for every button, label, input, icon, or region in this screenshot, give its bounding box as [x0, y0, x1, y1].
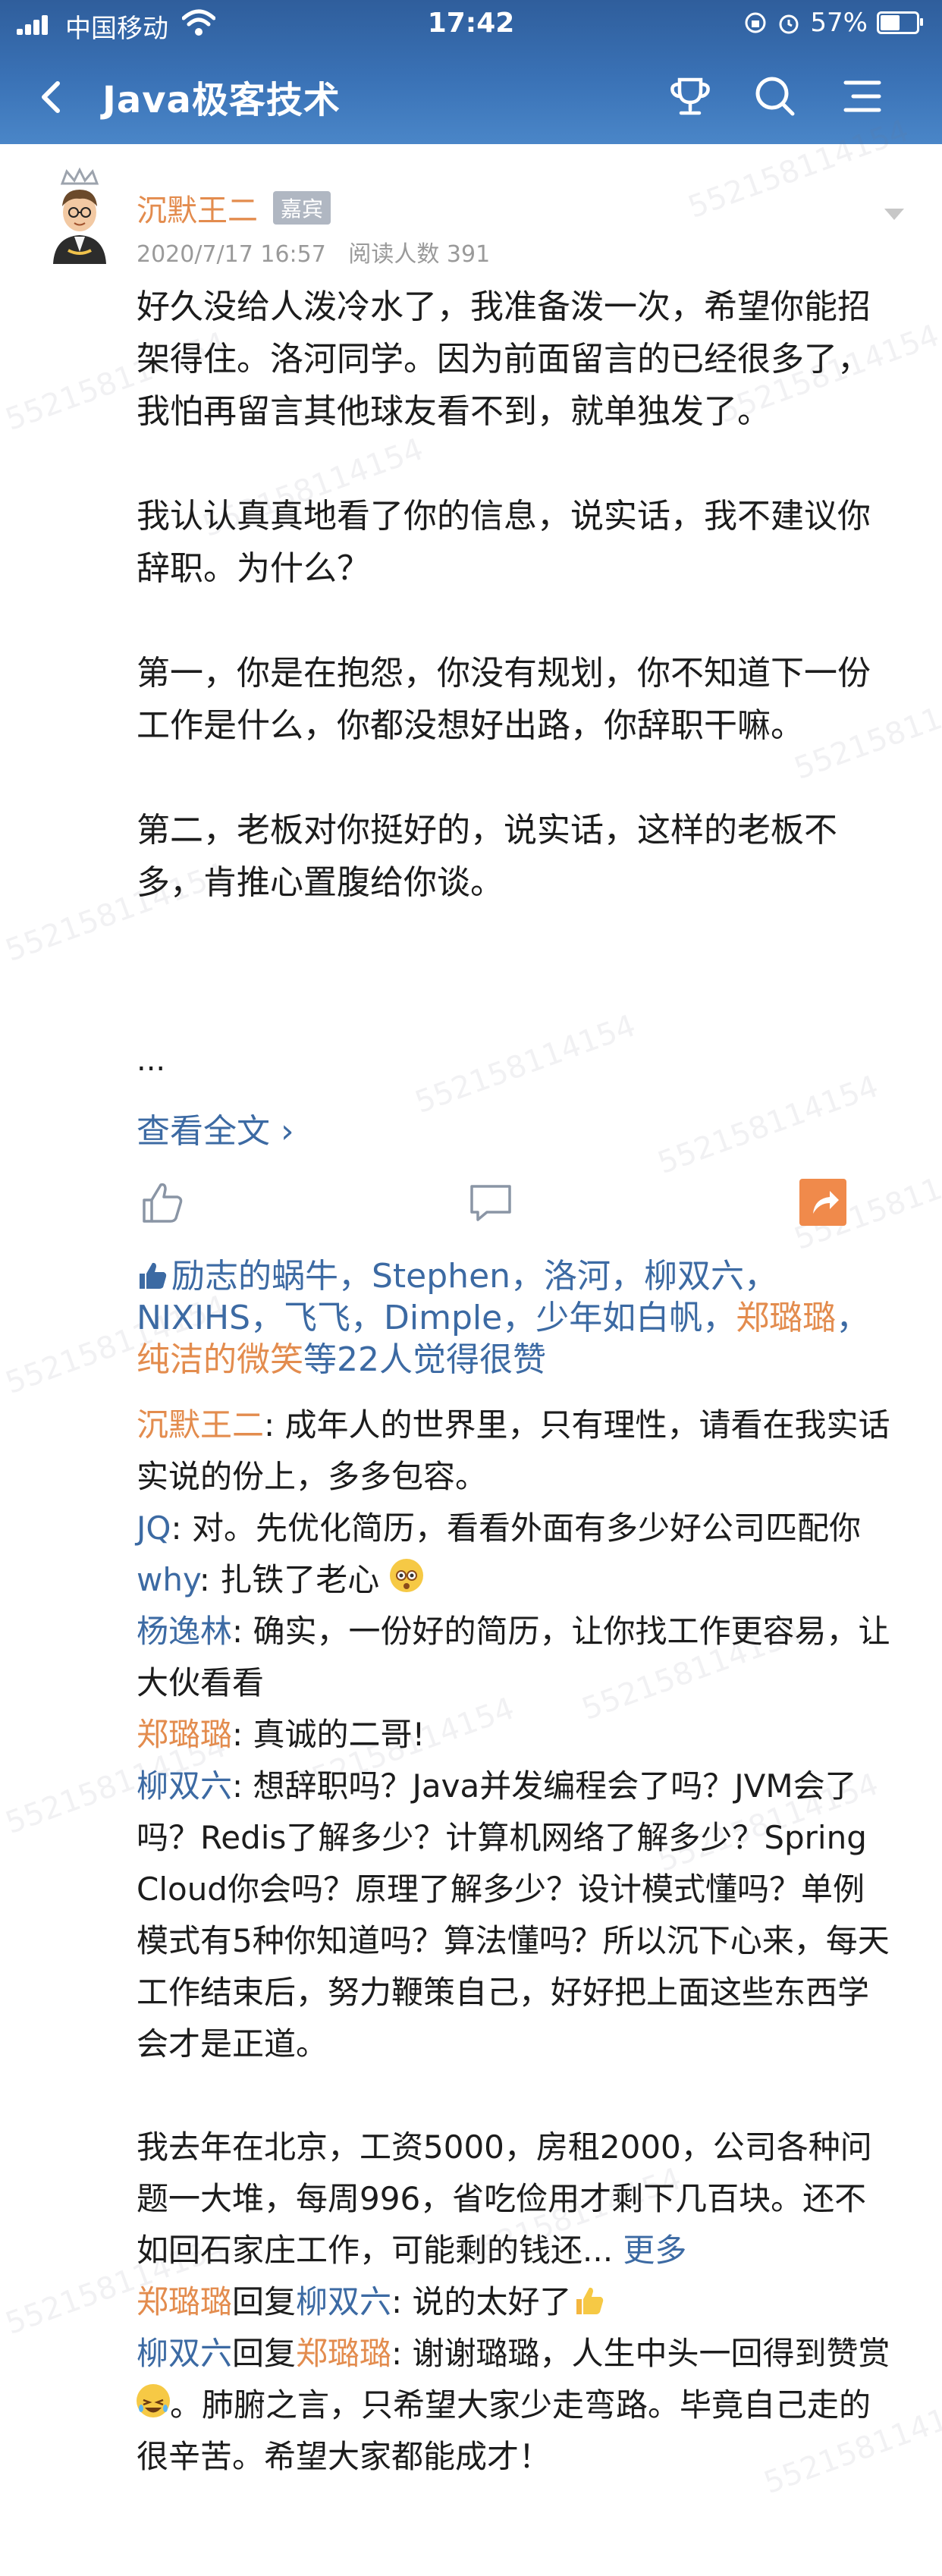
avatar[interactable]: [46, 167, 114, 265]
comment-text: : 说的太好了: [391, 2283, 572, 2320]
status-bar: 中国移动 17:42 57%: [0, 0, 942, 49]
menu-icon[interactable]: [838, 72, 887, 121]
comment-item[interactable]: 柳双六回复郑璐璐: 谢谢璐璐，人生中头一回得到赞赏 。肺腑之言，只希望大家少走弯…: [137, 2328, 895, 2483]
comment-text: 我去年在北京，工资5000，房租2000，公司各种问题一大堆，每周996，省吃俭…: [137, 2128, 872, 2269]
comment-text: : 确实，一份好的简历，让你找工作更容易，让大伙看看: [137, 1613, 890, 1701]
comment-author[interactable]: 柳双六: [137, 1767, 232, 1805]
status-right: 57%: [743, 8, 923, 38]
comment-list: 沉默王二: 成年人的世界里，只有理性，请看在我实话实说的份上，多多包容。 JQ:…: [137, 1400, 895, 2483]
chevron-down-icon[interactable]: [884, 209, 904, 220]
comment-item[interactable]: 杨逸林: 确实，一份好的简历，让你找工作更容易，让大伙看看: [137, 1606, 895, 1709]
likes-list: 励志的蜗牛，Stephen，洛河，柳双六， NIXIHS，飞飞，Dimple，少年…: [137, 1257, 870, 1379]
comment-text: : 对。先优化简历，看看外面有多少好公司匹配你: [171, 1509, 861, 1547]
comment-item[interactable]: 郑璐璐回复柳双六: 说的太好了: [137, 2276, 895, 2328]
avatar-image: [53, 167, 106, 264]
app-header: 中国移动 17:42 57% Java极客技术: [0, 0, 942, 144]
comment-item[interactable]: JQ: 对。先优化简历，看看外面有多少好公司匹配你: [137, 1503, 895, 1554]
comment-author[interactable]: 沉默王二: [137, 1406, 264, 1444]
page-title: Java极客技术: [102, 79, 341, 121]
likes-count[interactable]: 等22人觉得很赞: [303, 1340, 546, 1379]
reply-word: 回复: [232, 2283, 297, 2320]
post-meta: 2020/7/17 16:57 阅读人数 391: [137, 235, 505, 269]
watermark: 552158114154: [410, 1008, 641, 1120]
more-link[interactable]: 更多: [623, 2232, 686, 2269]
trophy-icon[interactable]: [666, 72, 714, 121]
liker-name[interactable]: 纯洁的微笑: [137, 1340, 303, 1379]
comment-item[interactable]: 我去年在北京，工资5000，房租2000，公司各种问题一大堆，每周996，省吃俭…: [137, 2122, 895, 2276]
guest-badge: 嘉宾: [273, 191, 331, 225]
search-icon[interactable]: [751, 72, 799, 121]
reply-word: 回复: [232, 2335, 297, 2372]
comment-text: : 想辞职吗？Java并发编程会了吗？JVM会了吗？Redis了解多少？计算机网…: [137, 1767, 890, 2062]
comment-text: 。肺腑之言，只希望大家少走弯路。毕竟自己走的很辛苦。希望大家都能成才！: [137, 2386, 871, 2475]
paragraph: 我认认真真地看了你的信息，说实话，我不建议你辞职。为什么？: [137, 497, 871, 588]
paragraph: 好久没给人泼冷水了，我准备泼一次，希望你能招架得住。洛河同学。因为前面留言的已经…: [137, 287, 871, 431]
laughing-emoji: [137, 2384, 170, 2417]
view-full-text-link[interactable]: 查看全文 ›: [137, 1104, 294, 1152]
comment-item[interactable]: 郑璐璐: 真诚的二哥!: [137, 1709, 895, 1761]
post-body: 好久没给人泼冷水了，我准备泼一次，希望你能招架得住。洛河同学。因为前面留言的已经…: [137, 281, 895, 909]
ellipsis: ...: [137, 1043, 166, 1078]
comment-text: : 真诚的二哥!: [232, 1716, 425, 1753]
rotation-lock-icon: [745, 12, 766, 33]
liker-name[interactable]: 洛河: [544, 1257, 611, 1296]
watermark: 552158114154: [653, 1069, 884, 1181]
liker-name[interactable]: 励志的蜗牛: [171, 1257, 338, 1296]
comment-author[interactable]: JQ: [137, 1509, 171, 1547]
share-icon[interactable]: [796, 1176, 849, 1229]
dizzy-face-emoji: [389, 1559, 423, 1592]
battery-percent: 57%: [810, 8, 868, 38]
comment-item[interactable]: 柳双六: 想辞职吗？Java并发编程会了吗？JVM会了吗？Redis了解多少？计…: [137, 1761, 895, 2070]
comment-author[interactable]: why: [137, 1561, 199, 1598]
paragraph: 第二，老板对你挺好的，说实话，这样的老板不多，肯推心置腹给你谈。: [137, 811, 837, 902]
read-count: 阅读人数 391: [348, 241, 491, 268]
battery-icon: [877, 11, 923, 34]
comment-text: : 谢谢璐璐，人生中头一回得到赞赏: [391, 2335, 890, 2372]
comment-icon[interactable]: [464, 1176, 517, 1229]
nav-bar: Java极客技术: [0, 53, 942, 137]
action-bar: [0, 1176, 942, 1236]
reply-target[interactable]: 柳双六: [296, 2283, 391, 2320]
liker-name[interactable]: 柳双六: [644, 1257, 744, 1296]
liker-name[interactable]: 飞飞: [284, 1299, 350, 1337]
thumbs-up-emoji: [572, 2281, 605, 2314]
liker-name[interactable]: NIXIHS: [137, 1299, 250, 1337]
liker-name[interactable]: 郑璐璐: [736, 1299, 836, 1337]
comment-author[interactable]: 郑璐璐: [137, 1716, 232, 1753]
back-icon[interactable]: [30, 74, 76, 120]
comment-item[interactable]: 沉默王二: 成年人的世界里，只有理性，请看在我实话实说的份上，多多包容。: [137, 1400, 895, 1503]
post-date: 2020/7/17 16:57: [137, 241, 326, 268]
paragraph: 第一，你是在抱怨，你没有规划，你不知道下一份工作是什么，你都没想好出路，你辞职干…: [137, 654, 871, 745]
alarm-icon: [779, 14, 799, 34]
comment-item[interactable]: why: 扎铁了老心: [137, 1554, 895, 1606]
thumbs-up-icon: [140, 1262, 167, 1289]
like-icon[interactable]: [137, 1176, 190, 1229]
author-name[interactable]: 沉默王二: [137, 186, 258, 230]
comment-author[interactable]: 杨逸林: [137, 1613, 232, 1650]
comment-author[interactable]: 柳双六: [137, 2335, 232, 2372]
comment-author[interactable]: 郑璐璐: [137, 2283, 232, 2320]
liker-name[interactable]: Dimple: [384, 1299, 502, 1337]
liker-name[interactable]: 少年如白帆: [535, 1299, 702, 1337]
comment-text: : 扎铁了老心: [199, 1561, 390, 1598]
liker-name[interactable]: Stephen: [372, 1257, 510, 1296]
reply-target[interactable]: 郑璐璐: [296, 2335, 391, 2372]
